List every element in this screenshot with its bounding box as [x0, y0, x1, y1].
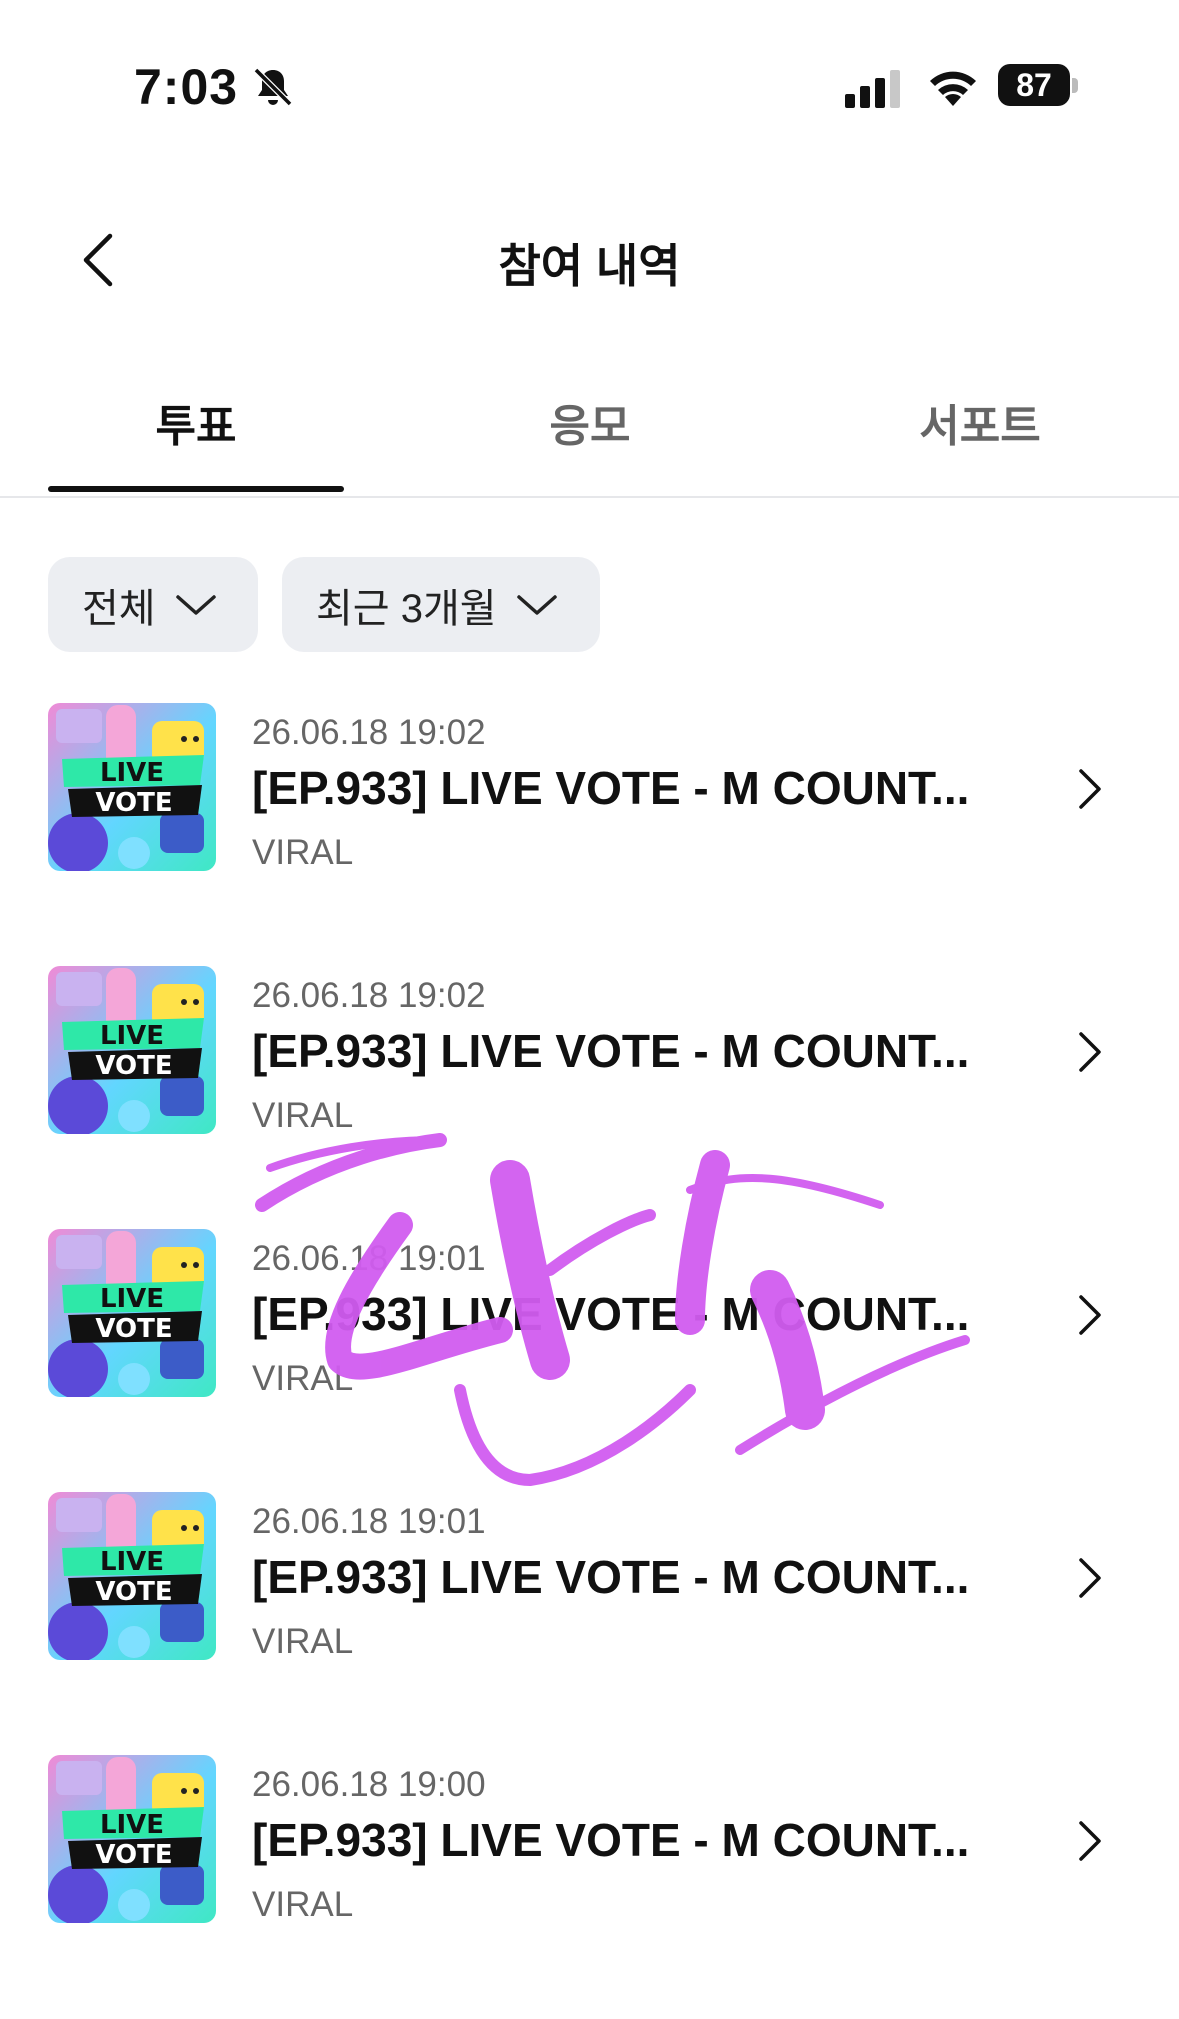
- period-filter-dropdown[interactable]: 최근 3개월: [282, 557, 600, 652]
- thumbnail-line2: VOTE: [95, 1051, 172, 1081]
- list-item[interactable]: LIVE VOTE 26.06.18 19:00 [EP.933] LIVE V…: [0, 1755, 1179, 2019]
- item-date: 26.06.18 19:02: [252, 976, 486, 1015]
- chevron-right-icon: [1079, 1821, 1101, 1861]
- thumbnail-line2: VOTE: [95, 1314, 172, 1344]
- chevron-right-icon: [1079, 1295, 1101, 1335]
- item-date: 26.06.18 19:00: [252, 1765, 486, 1804]
- wifi-icon: [930, 71, 976, 106]
- chevron-right-icon: [1079, 1558, 1101, 1598]
- list-item[interactable]: LIVE VOTE 26.06.18 19:02 [EP.933] LIVE V…: [0, 703, 1179, 967]
- item-title: [EP.933] LIVE VOTE - M COUNT...: [252, 762, 970, 814]
- thumbnail-line2: VOTE: [95, 1577, 172, 1607]
- battery-indicator: 87: [998, 64, 1080, 108]
- chevron-right-icon: [1079, 769, 1101, 809]
- tab-active-indicator: [48, 486, 344, 492]
- status-time: 7:03: [134, 59, 239, 115]
- chevron-down-icon: [175, 594, 216, 615]
- live-vote-thumbnail: LIVE VOTE: [48, 1229, 216, 1397]
- bell-muted-icon: [253, 67, 293, 107]
- cellular-signal-icon: [845, 70, 900, 108]
- chevron-down-icon: [516, 594, 557, 615]
- item-date: 26.06.18 19:01: [252, 1502, 486, 1541]
- item-source: VIRAL: [252, 833, 354, 872]
- battery-level: 87: [998, 64, 1070, 106]
- item-date: 26.06.18 19:01: [252, 1239, 486, 1278]
- thumbnail-line2: VOTE: [95, 1840, 172, 1870]
- tab-entry[interactable]: 응모: [440, 390, 740, 454]
- thumbnail-line1: LIVE: [100, 1810, 164, 1840]
- battery-cap: [1072, 78, 1078, 93]
- list-item[interactable]: LIVE VOTE 26.06.18 19:01 [EP.933] LIVE V…: [0, 1229, 1179, 1493]
- item-title: [EP.933] LIVE VOTE - M COUNT...: [252, 1814, 970, 1866]
- category-filter-dropdown[interactable]: 전체: [48, 557, 258, 652]
- thumbnail-line1: LIVE: [100, 1021, 164, 1051]
- list-item[interactable]: LIVE VOTE 26.06.18 19:02 [EP.933] LIVE V…: [0, 966, 1179, 1230]
- live-vote-thumbnail: LIVE VOTE: [48, 966, 216, 1134]
- thumbnail-line1: LIVE: [100, 758, 164, 788]
- item-date: 26.06.18 19:02: [252, 713, 486, 752]
- category-filter-label: 전체: [82, 586, 156, 631]
- item-title: [EP.933] LIVE VOTE - M COUNT...: [252, 1025, 970, 1077]
- chevron-right-icon: [1079, 1032, 1101, 1072]
- tab-bar: 투표 응모 서포트: [0, 380, 1179, 498]
- period-filter-label: 최근 3개월: [316, 586, 497, 631]
- item-title: [EP.933] LIVE VOTE - M COUNT...: [252, 1551, 970, 1603]
- item-source: VIRAL: [252, 1622, 354, 1661]
- live-vote-thumbnail: LIVE VOTE: [48, 1755, 216, 1923]
- tab-vote[interactable]: 투표: [46, 390, 346, 454]
- thumbnail-line1: LIVE: [100, 1284, 164, 1314]
- item-title: [EP.933] LIVE VOTE - M COUNT...: [252, 1288, 970, 1340]
- live-vote-thumbnail: LIVE VOTE: [48, 1492, 216, 1660]
- list-item[interactable]: LIVE VOTE 26.06.18 19:01 [EP.933] LIVE V…: [0, 1492, 1179, 1756]
- status-bar: 7:03 87: [0, 0, 1179, 170]
- page-title: 참여 내역: [498, 240, 681, 292]
- item-source: VIRAL: [252, 1885, 354, 1924]
- thumbnail-line1: LIVE: [100, 1547, 164, 1577]
- item-source: VIRAL: [252, 1359, 354, 1398]
- live-vote-thumbnail: LIVE VOTE: [48, 703, 216, 871]
- item-source: VIRAL: [252, 1096, 354, 1135]
- thumbnail-line2: VOTE: [95, 788, 172, 818]
- tab-support[interactable]: 서포트: [830, 390, 1130, 454]
